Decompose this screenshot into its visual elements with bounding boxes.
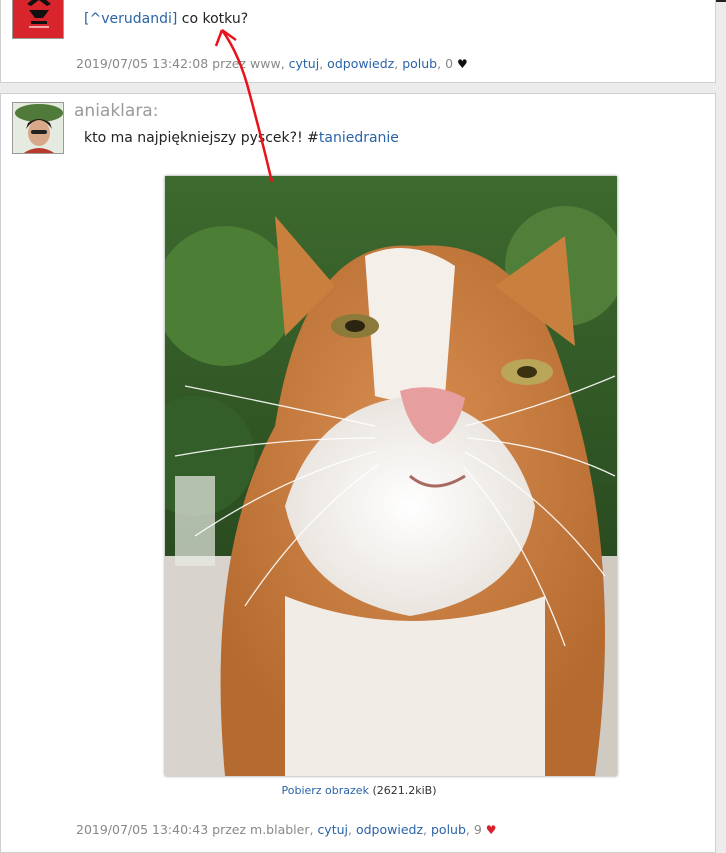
reply-link[interactable]: odpowiedz [356,822,423,837]
heart-icon[interactable]: ♥ [486,823,497,837]
separator: , [465,822,474,837]
quote-link[interactable]: cytuj [289,56,320,71]
post-meta: 2019/07/05 13:42:08 przez www, cytuj, od… [76,56,468,71]
separator: , [423,822,431,837]
by-label: przez [208,56,251,71]
like-link[interactable]: polub [431,822,466,837]
separator: , [348,822,356,837]
post-entry: aniaklara: kto ma najpiękniejszy pyscek?… [0,93,716,853]
by-label: przez [208,822,251,837]
download-image-link[interactable]: Pobierz obrazek [281,784,368,797]
post-entry: [^verudandi] co kotku? 2019/07/05 13:42:… [0,0,716,83]
like-count: 9 [473,822,482,837]
separator: , [394,56,403,71]
like-link[interactable]: polub [402,56,437,71]
post-text: co kotku? [177,11,249,27]
timestamp: 2019/07/05 13:42:08 [76,56,209,71]
avatar[interactable] [12,102,64,154]
post-author[interactable]: aniaklara: [74,101,158,121]
download-area: Pobierz obrazek (2621.2kiB) [1,784,717,797]
avatar[interactable] [12,0,64,39]
like-count: 0 [445,56,454,71]
hashtag-link[interactable]: taniedranie [319,130,399,146]
post-meta: 2019/07/05 13:40:43 przez m.blabler, cyt… [76,822,497,837]
heart-icon[interactable]: ♥ [457,57,468,71]
meta-author: m.blabler [250,822,310,837]
cat-photo[interactable] [165,176,617,776]
post-text: kto ma najpiękniejszy pyscek?! # [84,130,319,146]
file-size: (2621.2kiB) [368,784,437,797]
post-content: [^verudandi] co kotku? [84,11,248,27]
quote-link[interactable]: cytuj [317,822,348,837]
post-content: kto ma najpiękniejszy pyscek?! #taniedra… [84,130,399,146]
timestamp: 2019/07/05 13:40:43 [76,822,209,837]
separator: , [280,56,289,71]
separator: , [319,56,328,71]
avatar-user-icon [13,103,63,153]
cat-photo-image [165,176,617,776]
avatar-red-icon [13,0,63,38]
separator: , [437,56,446,71]
reply-link[interactable]: odpowiedz [327,56,394,71]
meta-author: www [250,56,281,71]
quoted-user-link[interactable]: ^verudandi [89,11,171,27]
